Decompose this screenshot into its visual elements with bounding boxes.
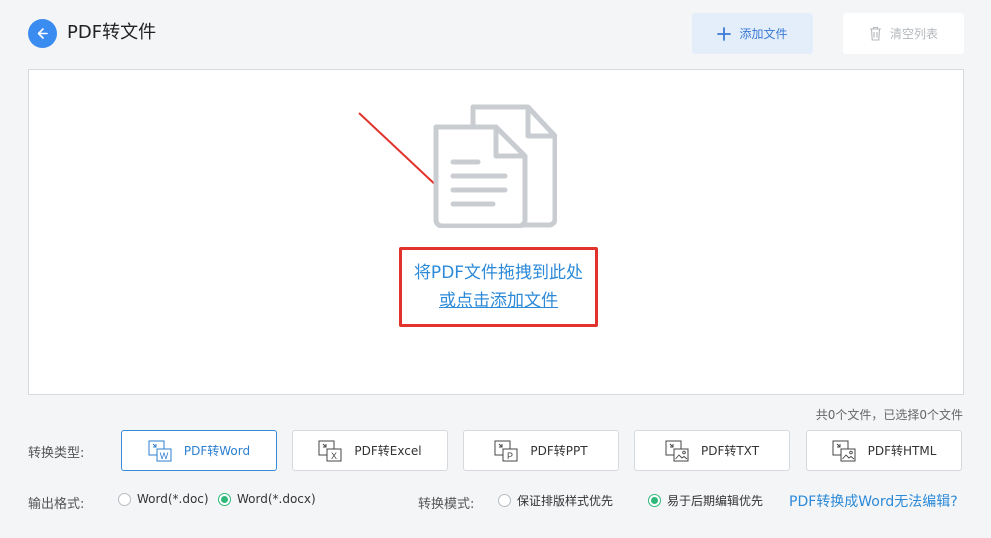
plus-icon xyxy=(717,26,732,41)
type-label-excel: PDF转Excel xyxy=(354,444,422,458)
type-pdf-to-word-button[interactable]: W PDF转Word xyxy=(121,430,277,471)
type-pdf-to-txt-button[interactable]: PDF转TXT xyxy=(634,430,790,471)
page-title: PDF转文件 xyxy=(67,22,157,43)
excel-file-icon: X xyxy=(318,440,342,461)
type-label-txt: PDF转TXT xyxy=(700,444,760,458)
radio-format-docx[interactable]: Word(*.docx) xyxy=(218,492,316,506)
type-pdf-to-ppt-button[interactable]: P PDF转PPT xyxy=(463,430,619,471)
svg-text:W: W xyxy=(160,451,169,461)
conversion-type-label: 转换类型: xyxy=(28,446,85,461)
drop-hint-box: 将PDF文件拖拽到此处 或点击添加文件 xyxy=(399,247,598,327)
radio-mode-layout-priority[interactable]: 保证排版样式优先 xyxy=(498,492,613,509)
type-label-word: PDF转Word xyxy=(183,444,251,458)
add-file-label: 添加文件 xyxy=(739,27,788,41)
svg-text:P: P xyxy=(507,451,513,461)
radio-mode-edit-priority[interactable]: 易于后期编辑优先 xyxy=(648,492,763,509)
word-file-icon: W xyxy=(148,440,172,461)
type-label-ppt: PDF转PPT xyxy=(530,444,588,458)
arrow-left-icon xyxy=(37,28,48,39)
clear-list-button[interactable]: 清空列表 xyxy=(843,13,964,54)
back-button[interactable] xyxy=(28,19,57,48)
conversion-mode-label: 转换模式: xyxy=(418,497,475,512)
drop-hint-text: 将PDF文件拖拽到此处 xyxy=(413,263,584,283)
radio-format-doc[interactable]: Word(*.doc) xyxy=(118,492,209,506)
trash-icon xyxy=(869,26,881,41)
radio-label: Word(*.docx) xyxy=(237,492,316,506)
txt-file-icon xyxy=(665,440,689,461)
radio-label: 易于后期编辑优先 xyxy=(667,494,764,508)
add-file-button[interactable]: 添加文件 xyxy=(692,13,813,54)
radio-circle-checked xyxy=(648,494,661,507)
type-pdf-to-html-button[interactable]: PDF转HTML xyxy=(806,430,962,471)
documents-icon xyxy=(433,104,557,228)
svg-text:X: X xyxy=(331,451,337,461)
type-label-html: PDF转HTML xyxy=(867,444,937,458)
ppt-file-icon: P xyxy=(494,440,518,461)
radio-label: Word(*.doc) xyxy=(137,492,209,506)
type-pdf-to-excel-button[interactable]: X PDF转Excel xyxy=(292,430,448,471)
radio-circle-checked xyxy=(218,492,231,506)
radio-label: 保证排版样式优先 xyxy=(517,494,614,508)
add-file-link[interactable]: 或点击添加文件 xyxy=(439,290,558,312)
file-drop-area[interactable]: 将PDF文件拖拽到此处 或点击添加文件 xyxy=(28,69,964,395)
clear-list-label: 清空列表 xyxy=(889,27,938,41)
file-count-status: 共0个文件，已选择0个文件 xyxy=(815,408,963,422)
html-file-icon xyxy=(832,440,856,461)
output-format-label: 输出格式: xyxy=(28,497,85,512)
help-link[interactable]: PDF转换成Word无法编辑? xyxy=(789,491,958,511)
radio-circle xyxy=(498,494,511,507)
radio-circle xyxy=(118,492,131,506)
